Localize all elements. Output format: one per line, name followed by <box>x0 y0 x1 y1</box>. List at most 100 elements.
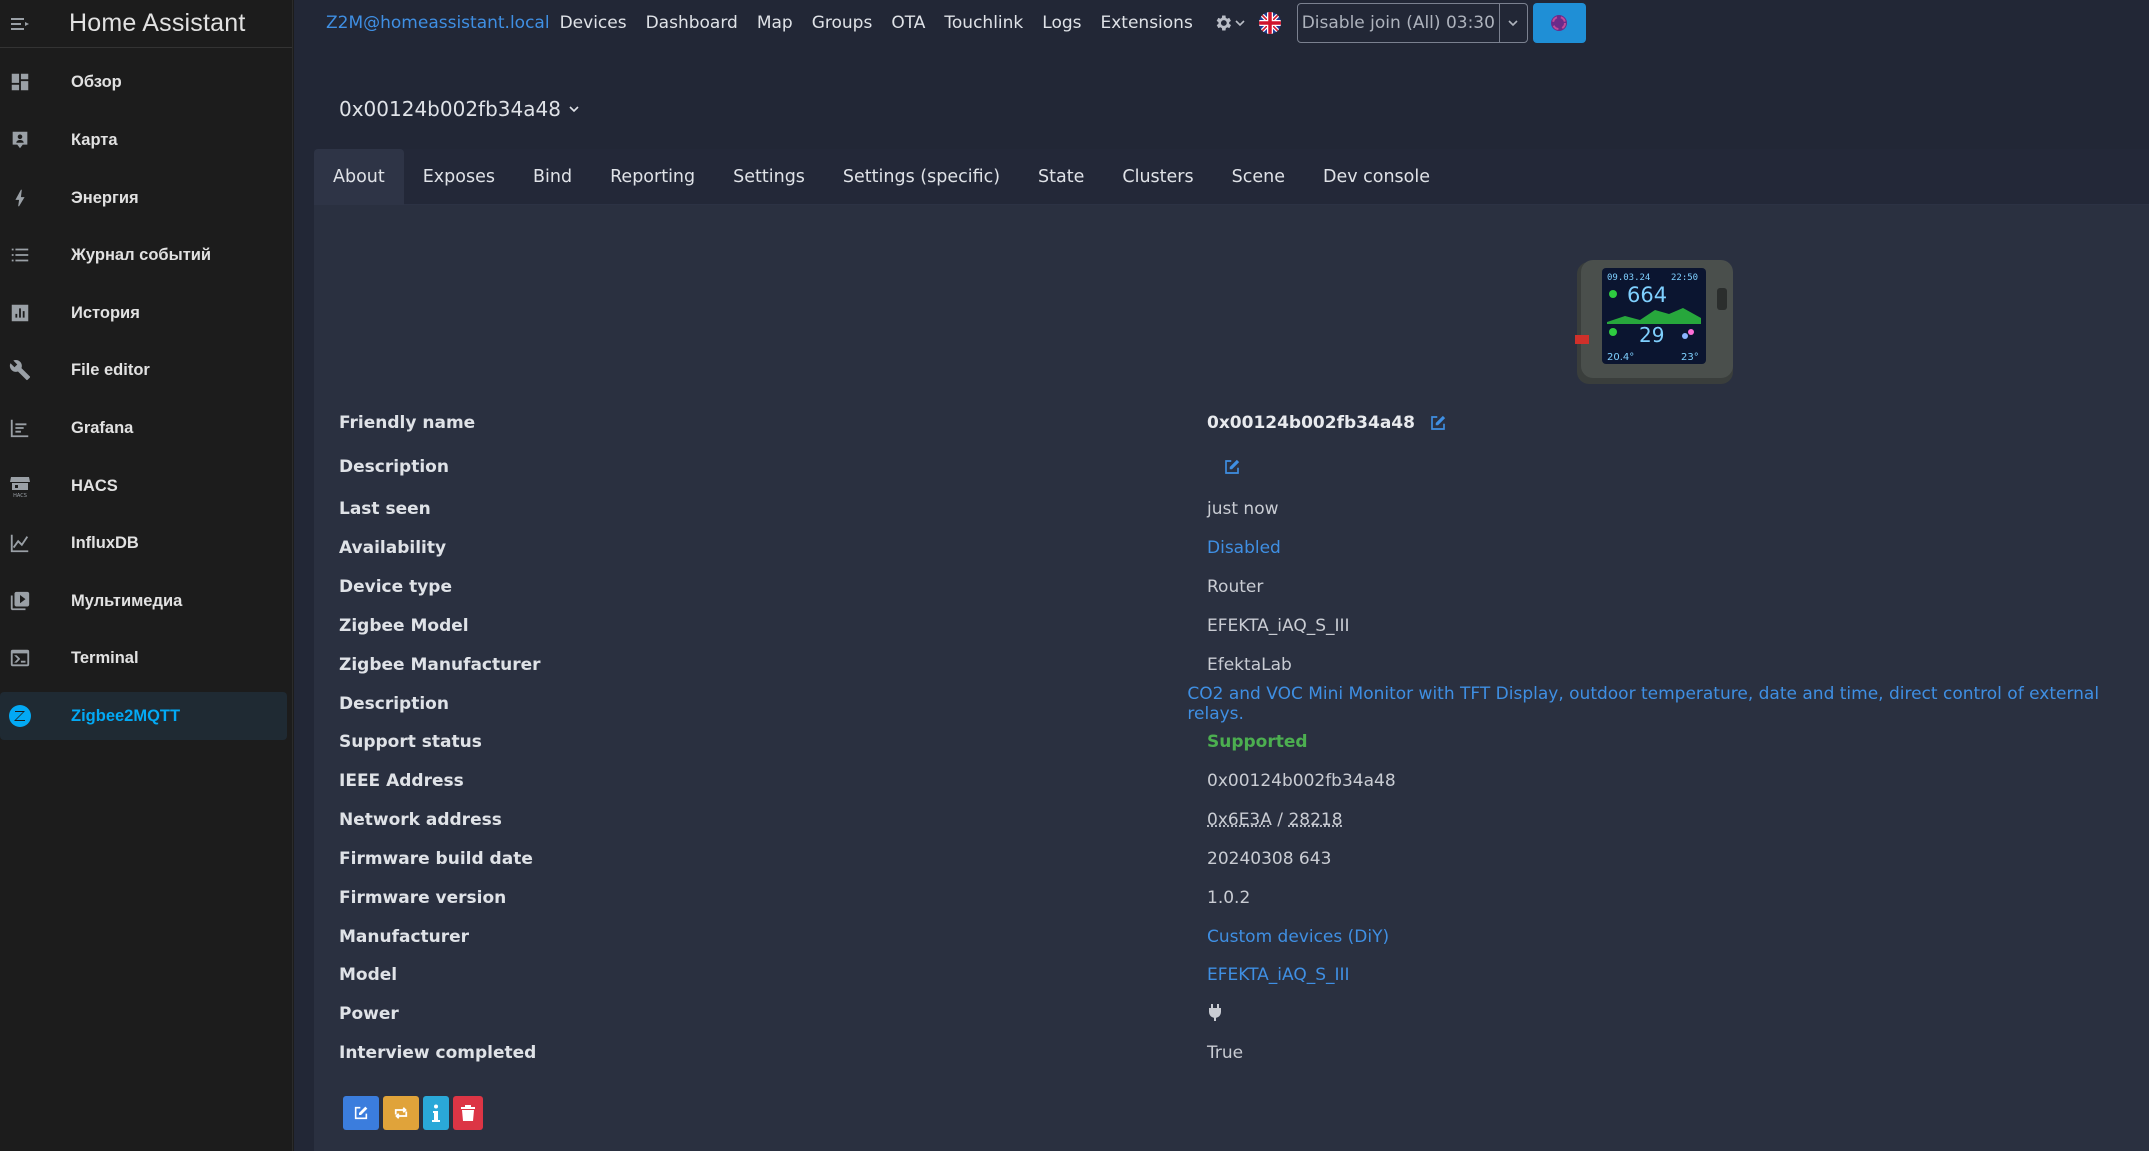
row-firmware-version: Firmware version 1.0.2 <box>339 883 2139 913</box>
network-address-hex: 0x6E3A <box>1207 810 1272 830</box>
manufacturer-link[interactable]: Custom devices (DiY) <box>1207 927 1389 947</box>
tab-settings-specific[interactable]: Settings (specific) <box>824 149 1019 205</box>
nav-ota[interactable]: OTA <box>891 13 925 33</box>
disable-join-button[interactable]: Disable join (All) 03:30 <box>1296 3 1528 43</box>
sidebar-item-map[interactable]: Карта <box>0 116 287 164</box>
nav-groups[interactable]: Groups <box>812 13 873 33</box>
tab-clusters[interactable]: Clusters <box>1103 149 1212 205</box>
menu-toggle-icon[interactable] <box>0 0 44 48</box>
row-interview-completed: Interview completed True <box>339 1038 2139 1068</box>
tab-settings[interactable]: Settings <box>714 149 824 205</box>
sidebar-item-media[interactable]: Мультимедиа <box>0 577 287 625</box>
sidebar-header: Home Assistant <box>0 0 292 48</box>
tab-scene[interactable]: Scene <box>1213 149 1304 205</box>
support-status-value: Supported <box>1207 732 1308 752</box>
info-icon <box>432 1104 440 1122</box>
dashboard-icon <box>0 71 42 93</box>
tab-dev-console[interactable]: Dev console <box>1304 149 1449 205</box>
remove-device-button[interactable] <box>453 1096 483 1130</box>
tab-about[interactable]: About <box>314 148 404 205</box>
tab-exposes[interactable]: Exposes <box>404 149 514 205</box>
nav-map[interactable]: Map <box>757 13 793 33</box>
screen-temp-out: 20.4° <box>1607 352 1634 363</box>
availability-link[interactable]: Disabled <box>1207 538 1281 558</box>
app-title: Home Assistant <box>69 9 246 37</box>
refresh-icon <box>394 1107 408 1119</box>
nav-extensions[interactable]: Extensions <box>1101 13 1193 33</box>
device-tabs: About Exposes Bind Reporting Settings Se… <box>314 148 2149 205</box>
sidebar-item-zigbee2mqtt[interactable]: Zigbee2MQTT <box>0 692 287 740</box>
tab-state[interactable]: State <box>1019 149 1103 205</box>
zigbee-icon <box>0 704 42 728</box>
sidebar-item-label: HACS <box>71 476 118 495</box>
sidebar-item-overview[interactable]: Обзор <box>0 58 287 106</box>
join-dropdown-toggle[interactable] <box>1500 4 1527 42</box>
svg-text:HACS: HACS <box>13 493 27 498</box>
sidebar-item-label: Мультимедиа <box>71 591 183 610</box>
power-plug-icon <box>1207 1003 1223 1026</box>
device-info-button[interactable] <box>423 1096 449 1130</box>
field-label: Manufacturer <box>339 927 470 947</box>
last-seen-value: just now <box>1207 499 1279 519</box>
sidebar-item-grafana[interactable]: Grafana <box>0 404 287 452</box>
field-label: Power <box>339 1004 399 1024</box>
row-device-type: Device type Router <box>339 572 2139 602</box>
field-label: Description <box>339 694 449 714</box>
row-power: Power <box>339 999 2139 1029</box>
network-address-value: 0x6E3A / 28218 <box>1207 810 1343 830</box>
sidebar-item-label: Энергия <box>71 188 139 207</box>
sidebar-item-label: Terminal <box>71 648 139 667</box>
nav-devices[interactable]: Devices <box>560 13 627 33</box>
z2m-navbar: Z2M@homeassistant.local Devices Dashboar… <box>294 0 2149 46</box>
row-manufacturer: Manufacturer Custom devices (DiY) <box>339 922 2139 952</box>
row-description: Description <box>339 452 2139 482</box>
nav-touchlink[interactable]: Touchlink <box>944 13 1023 33</box>
instance-link[interactable]: Z2M@homeassistant.local <box>326 13 550 33</box>
sidebar-item-influxdb[interactable]: InfluxDB <box>0 519 287 567</box>
row-availability: Availability Disabled <box>339 533 2139 563</box>
tab-bind[interactable]: Bind <box>514 149 591 205</box>
chevron-down-icon <box>1235 20 1245 27</box>
sidebar-item-terminal[interactable]: Terminal <box>0 634 287 682</box>
device-description-link[interactable]: CO2 and VOC Mini Monitor with TFT Displa… <box>1187 684 2139 724</box>
screen-temp-in: 23° <box>1681 352 1699 363</box>
sidebar-item-label: Grafana <box>71 418 134 437</box>
language-flag-icon[interactable] <box>1258 12 1281 34</box>
friendly-name-value: 0x00124b002fb34a48 <box>1207 413 1415 433</box>
edit-description-icon[interactable] <box>1223 458 1241 476</box>
reconfigure-button[interactable] <box>383 1096 419 1130</box>
nav-logs[interactable]: Logs <box>1042 13 1081 33</box>
disable-join-label[interactable]: Disable join (All) 03:30 <box>1298 4 1500 42</box>
rename-device-button[interactable] <box>343 1096 379 1130</box>
settings-menu[interactable] <box>1213 13 1245 33</box>
sidebar: Home Assistant Обзор Карта Энергия Журна… <box>0 0 293 1151</box>
permit-join-status-button[interactable] <box>1532 3 1586 43</box>
tab-reporting[interactable]: Reporting <box>591 149 714 205</box>
sidebar-item-file-editor[interactable]: File editor <box>0 346 287 394</box>
field-label: Friendly name <box>339 413 476 433</box>
chevron-down-icon <box>569 106 579 113</box>
device-type-value: Router <box>1207 577 1264 597</box>
sidebar-item-label: File editor <box>71 360 150 379</box>
field-label: Availability <box>339 538 447 558</box>
terminal-icon <box>0 647 42 669</box>
field-label: Description <box>339 457 449 477</box>
sidebar-item-label: История <box>71 303 140 322</box>
history-chart-icon <box>0 302 42 324</box>
model-link[interactable]: EFEKTA_iAQ_S_III <box>1207 965 1350 985</box>
edit-friendly-name-icon[interactable] <box>1429 414 1447 432</box>
sidebar-item-logbook[interactable]: Журнал событий <box>0 231 287 279</box>
device-selector[interactable]: 0x00124b002fb34a48 <box>339 97 579 121</box>
field-label: Firmware version <box>339 888 507 908</box>
sidebar-item-hacs[interactable]: HACS HACS <box>0 462 287 510</box>
chevron-down-icon <box>1508 20 1518 27</box>
sidebar-item-label: Zigbee2MQTT <box>71 706 181 725</box>
logbook-icon <box>0 244 42 266</box>
sidebar-item-history[interactable]: История <box>0 289 287 337</box>
sidebar-item-energy[interactable]: Энергия <box>0 174 287 222</box>
field-label: Device type <box>339 577 452 597</box>
row-zigbee-manufacturer: Zigbee Manufacturer EfektaLab <box>339 650 2139 680</box>
media-icon <box>0 590 42 612</box>
screen-time: 22:50 <box>1671 273 1698 283</box>
nav-dashboard[interactable]: Dashboard <box>646 13 738 33</box>
